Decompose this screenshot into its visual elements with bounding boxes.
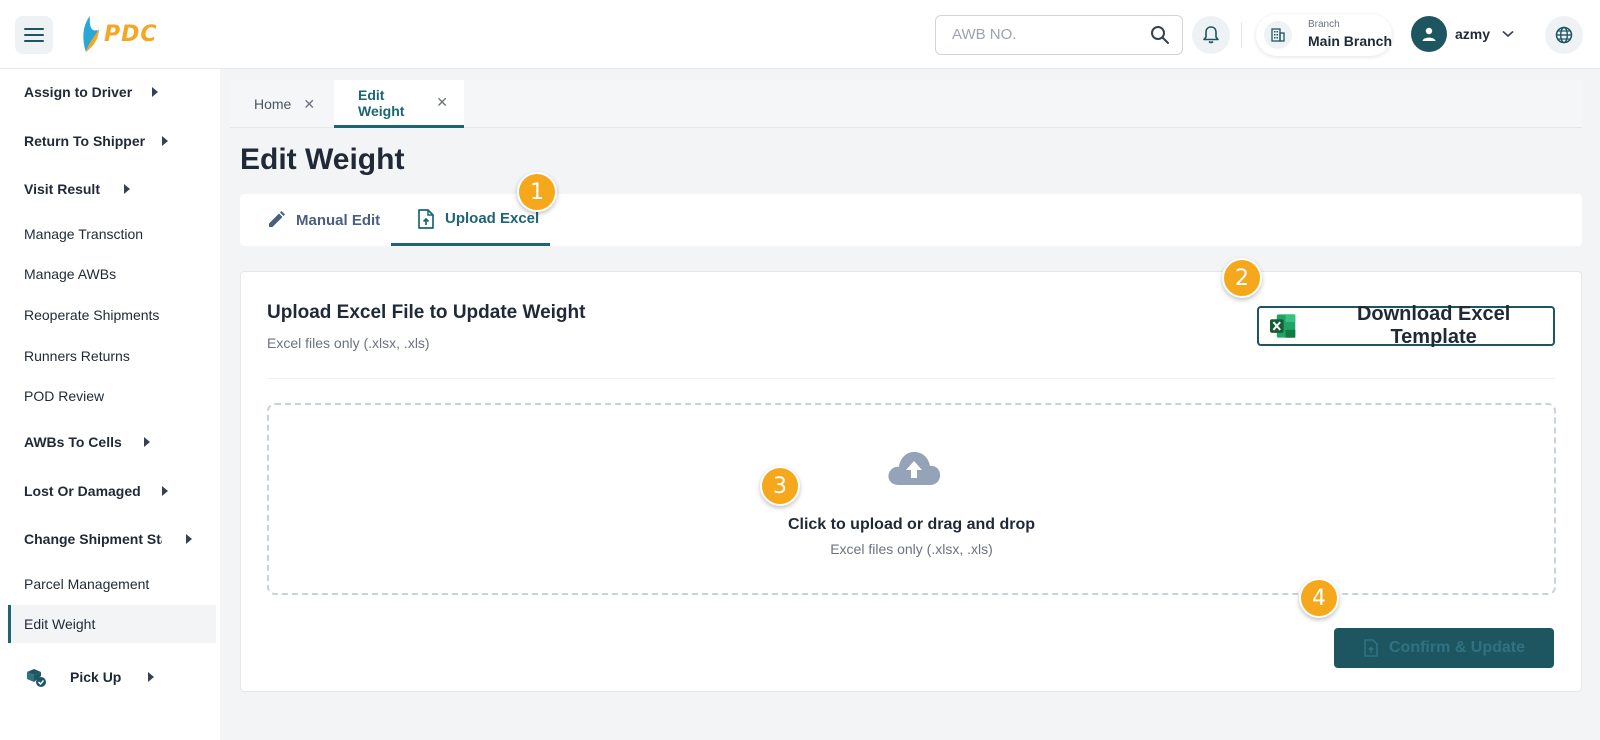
caret-right-icon [186,534,192,544]
sidebar-item-label: Return To Shipper [24,133,146,149]
sidebar-item-parcel-management[interactable]: Parcel Management [8,565,216,603]
file-upload-icon [418,208,434,229]
upload-card: Upload Excel File to Update Weight Excel… [240,271,1582,692]
cloud-upload-icon [885,447,943,494]
sidebar-item-lost-or-damaged[interactable]: Lost Or Damaged [8,472,216,510]
header-divider [1241,22,1242,48]
sidebar-item-manage-awbs[interactable]: Manage AWBs [8,255,216,293]
branch-selector[interactable]: Branch Main Branch [1256,14,1392,56]
page-title: Edit Weight [240,143,405,176]
pencil-icon [269,211,285,227]
logo-leaf-icon [83,16,99,52]
step-badge-1: 1 [517,172,557,212]
sidebar-item-label: Assign to Driver [24,84,133,100]
step-badge-4: 4 [1299,578,1339,618]
sidebar-item-label: Manage AWBs [24,266,117,282]
sidebar-item-label: Lost Or Damaged [24,483,141,499]
tab-label: Manual Edit [296,211,381,229]
awb-search[interactable] [935,15,1183,55]
avatar [1411,16,1447,52]
awb-search-input[interactable] [952,26,1142,43]
user-name: azmy [1455,26,1491,42]
menu-button[interactable] [15,16,53,54]
sidebar-item-runners-returns[interactable]: Runners Returns [8,337,216,375]
sidebar-item-label: Change Shipment Sta [24,531,162,547]
branch-name: Main Branch [1308,33,1393,49]
sidebar-item-awbs-to-cells[interactable]: AWBs To Cells [8,423,216,461]
step-badge-3: 3 [760,466,800,506]
logo-text: PDC [104,21,158,47]
sidebar-item-edit-weight[interactable]: Edit Weight [8,605,216,643]
sidebar-item-reoperate-shipments[interactable]: Reoperate Shipments [8,296,216,334]
sidebar-item-return-to-shipper[interactable]: Return To Shipper [8,122,216,160]
bell-icon [1203,26,1219,44]
sidebar-item-label: Reoperate Shipments [24,307,160,323]
sidebar-item-pick-up[interactable]: Pick Up [8,658,216,696]
tab-edit-weight[interactable]: Edit Weight ✕ [334,80,464,128]
top-header: PDC Branch Main Branch azmy [0,0,1600,69]
excel-icon [1269,314,1296,338]
sidebar-item-label: Parcel Management [24,576,150,592]
dropzone-sub-text: Excel files only (.xlsx, .xls) [830,541,993,557]
sidebar-item-change-shipment-status[interactable]: Change Shipment Sta [8,520,216,558]
branch-label: Branch [1308,19,1340,30]
tab-home[interactable]: Home ✕ [230,80,334,128]
sidebar-item-assign-to-driver[interactable]: Assign to Driver [8,73,216,111]
sidebar-item-label: Pick Up [70,669,122,685]
sidebar-item-pod-review[interactable]: POD Review [8,377,216,415]
open-tabs-bar: Home ✕ Edit Weight ✕ [230,80,1582,128]
caret-right-icon [152,87,158,97]
tab-label: Home [254,96,292,112]
caret-right-icon [162,136,168,146]
user-icon [1422,27,1436,41]
step-badge-2: 2 [1222,258,1262,298]
chevron-down-icon [1502,25,1514,43]
file-dropzone[interactable]: Click to upload or drag and drop Excel f… [267,403,1556,595]
sidebar-item-label: Visit Result [24,181,100,197]
sidebar-item-label: AWBs To Cells [24,434,122,450]
user-menu[interactable]: azmy [1411,16,1514,52]
card-divider [267,378,1555,379]
sidebar: Assign to Driver Return To Shipper Visit… [0,69,220,740]
caret-right-icon [124,184,130,194]
building-icon [1264,21,1292,49]
hamburger-icon [24,28,44,42]
file-upload-icon [1364,639,1378,657]
sidebar-item-visit-result[interactable]: Visit Result [8,170,216,208]
tab-label: Upload Excel [445,210,540,227]
dropzone-main-text: Click to upload or drag and drop [787,516,1036,533]
sidebar-item-label: Edit Weight [24,616,96,632]
boxes-icon [24,666,48,691]
download-template-button[interactable]: Download Excel Template [1257,303,1555,348]
caret-right-icon [144,437,150,447]
tab-label: Edit Weight [358,86,405,119]
upload-card-title: Upload Excel File to Update Weight [267,302,586,323]
upload-card-subtitle: Excel files only (.xlsx, .xls) [267,335,430,351]
confirm-update-button[interactable]: Confirm & Update [1334,628,1554,668]
globe-icon [1555,26,1573,44]
sidebar-item-manage-transction[interactable]: Manage Transction [8,215,216,253]
sidebar-item-label: POD Review [24,388,105,404]
confirm-update-label: Confirm & Update [1389,639,1525,656]
close-icon[interactable]: ✕ [303,96,315,113]
close-icon[interactable]: ✕ [436,94,448,111]
search-icon[interactable] [1150,25,1170,50]
caret-right-icon [148,672,154,682]
edit-mode-tabs: Manual Edit Upload Excel [240,194,1582,246]
sidebar-item-label: Manage Transction [24,226,144,242]
sidebar-item-label: Runners Returns [24,348,130,364]
language-button[interactable] [1545,16,1583,54]
logo[interactable]: PDC [80,16,158,52]
tab-manual-edit[interactable]: Manual Edit [266,194,386,246]
download-template-label: Download Excel Template [1356,303,1511,348]
caret-right-icon [162,486,168,496]
notifications-button[interactable] [1192,16,1230,54]
